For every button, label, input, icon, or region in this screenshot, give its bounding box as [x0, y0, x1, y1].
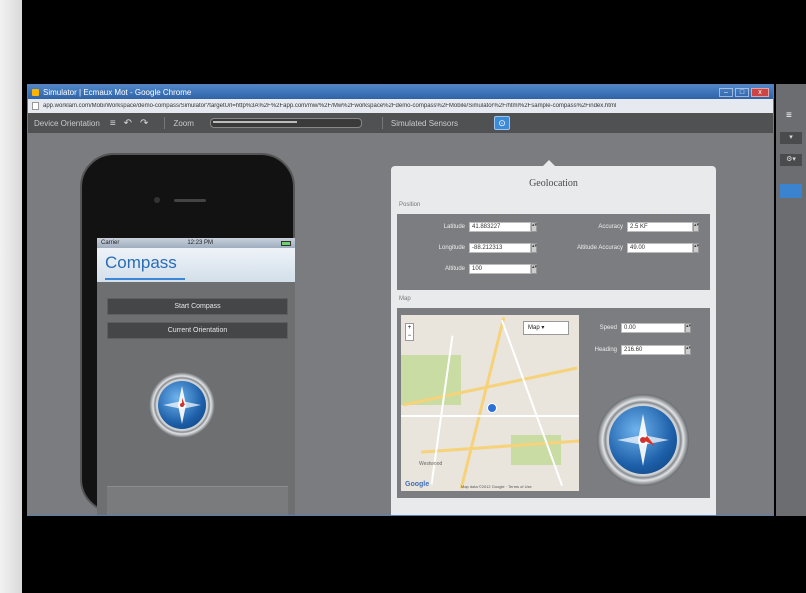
altitude-spinner[interactable]: ▴▾: [531, 264, 537, 274]
latitude-field: Latitude 41.883227 ▴▾: [407, 222, 537, 232]
altitude-accuracy-input[interactable]: 49.00: [627, 243, 693, 253]
sensors-button[interactable]: ⊙: [494, 116, 511, 130]
rotate-left-icon[interactable]: ↶: [124, 118, 132, 129]
right-side-panel: ≡ ▾ ⚙▾: [776, 84, 806, 516]
compass-icon: [149, 372, 215, 438]
side-blue-tab[interactable]: [780, 184, 802, 198]
window-title: Simulator | Ecmaux Mot - Google Chrome: [43, 87, 192, 97]
altitude-accuracy-label: Altitude Accuracy: [576, 245, 623, 251]
battery-icon: [281, 240, 291, 246]
google-logo: Google: [405, 481, 430, 488]
geolocation-title: Geolocation: [529, 178, 578, 189]
latitude-input[interactable]: 41.883227: [469, 222, 531, 232]
menu-icon[interactable]: ≡: [786, 110, 792, 121]
left-edge: [0, 0, 22, 593]
map-section-label: Map: [399, 296, 411, 302]
phone-device: Carrier 12:23 PM Compass Start Compass C…: [80, 153, 295, 515]
map-data-text: Map data ©2012 Google: [461, 484, 505, 489]
speed-spinner[interactable]: ▴▾: [685, 323, 691, 333]
app-title: Compass: [105, 253, 177, 272]
speed-label: Speed: [599, 325, 617, 331]
title-underline: [105, 278, 185, 280]
altitude-label: Altitude: [444, 266, 465, 272]
app-header: Compass: [97, 248, 295, 282]
zoom-slider-fill: [212, 121, 297, 123]
device-orientation-label[interactable]: Device Orientation: [34, 119, 100, 128]
compass-needle-icon: [617, 414, 669, 466]
longitude-label: Longitude: [438, 245, 465, 251]
position-box: Latitude 41.883227 ▴▾ Longitude -88.2123…: [397, 214, 710, 290]
simulator-toolbar: Device Orientation ≡ ↶ ↷ Zoom Simulated …: [28, 113, 773, 133]
start-compass-button[interactable]: Start Compass: [107, 298, 288, 315]
heading-label: Heading: [594, 347, 617, 353]
phone-screen: Carrier 12:23 PM Compass Start Compass C…: [97, 238, 295, 515]
terms-link[interactable]: Terms of Use: [508, 484, 532, 489]
zoom-label: Zoom: [173, 118, 194, 128]
close-button[interactable]: x: [751, 87, 769, 97]
camera: [154, 197, 160, 203]
status-bar: Carrier 12:23 PM: [97, 238, 295, 248]
longitude-field: Longitude -88.212313 ▴▾: [407, 243, 537, 253]
maximize-button[interactable]: □: [735, 87, 749, 97]
toolbar-divider: [164, 117, 166, 129]
altitude-accuracy-field: Altitude Accuracy 49.00 ▴▾: [547, 243, 699, 253]
map-type-label: Map: [528, 325, 540, 331]
location-pin-icon[interactable]: [487, 403, 497, 413]
heading-field: Heading 216.60 ▴▾: [587, 345, 691, 355]
current-orientation-button[interactable]: Current Orientation: [107, 322, 288, 339]
accuracy-input[interactable]: 2.5 KF: [627, 222, 693, 232]
menu-icon[interactable]: ≡: [110, 118, 116, 129]
panel-pointer: [543, 160, 555, 166]
status-time: 12:23 PM: [187, 240, 214, 246]
altitude-input[interactable]: 100: [469, 264, 531, 274]
app-icon: [32, 88, 39, 96]
map-place-label: Westwood: [419, 461, 443, 467]
heading-compass-icon: [597, 394, 689, 486]
map-view[interactable]: + − Map ▾ Westwood Google Map data ©2012 …: [401, 315, 579, 491]
zoom-slider[interactable]: [209, 118, 362, 128]
minimize-button[interactable]: –: [719, 87, 733, 97]
speaker: [174, 199, 206, 202]
latitude-label: Latitude: [443, 224, 465, 230]
speed-field: Speed 0.00 ▴▾: [587, 323, 691, 333]
carrier-label: Carrier: [101, 240, 120, 246]
position-section-label: Position: [399, 202, 421, 208]
simulated-sensors-label[interactable]: Simulated Sensors: [391, 119, 458, 128]
longitude-input[interactable]: -88.212313: [469, 243, 531, 253]
browser-window: Simulator | Ecmaux Mot - Google Chrome –…: [27, 84, 774, 516]
speed-input[interactable]: 0.00: [621, 323, 685, 333]
toolbar-divider: [381, 117, 383, 129]
title-bar: Simulator | Ecmaux Mot - Google Chrome –…: [28, 85, 773, 99]
heading-input[interactable]: 216.60: [621, 345, 685, 355]
address-bar[interactable]: app.worklam.com/Mobi/Workspace/demo-comp…: [28, 99, 773, 113]
rotate-right-icon[interactable]: ↷: [140, 118, 148, 129]
map-zoom-control[interactable]: + −: [405, 323, 414, 341]
map-road: [459, 317, 506, 489]
latitude-spinner[interactable]: ▴▾: [531, 222, 537, 232]
longitude-spinner[interactable]: ▴▾: [531, 243, 537, 253]
heading-spinner[interactable]: ▴▾: [685, 345, 691, 355]
accuracy-label: Accuracy: [598, 224, 623, 230]
map-type-select[interactable]: Map ▾: [523, 321, 569, 335]
accuracy-field: Accuracy 2.5 KF ▴▾: [547, 222, 699, 232]
map-attribution: Map data ©2012 Google · Terms of Use: [461, 484, 532, 489]
settings-gear-icon[interactable]: ⚙▾: [780, 154, 802, 166]
phone-bottom-panel: [107, 486, 288, 515]
map-street: [401, 415, 579, 417]
compass-needle-icon: [163, 386, 201, 424]
side-dropdown-button[interactable]: ▾: [780, 132, 802, 144]
geolocation-panel: Geolocation Position Latitude 41.883227 …: [391, 160, 716, 515]
altitude-accuracy-spinner[interactable]: ▴▾: [693, 243, 699, 253]
altitude-field: Altitude 100 ▴▾: [407, 264, 537, 274]
accuracy-spinner[interactable]: ▴▾: [693, 222, 699, 232]
page-icon: [32, 102, 39, 110]
url-text[interactable]: app.worklam.com/Mobi/Workspace/demo-comp…: [43, 103, 769, 109]
